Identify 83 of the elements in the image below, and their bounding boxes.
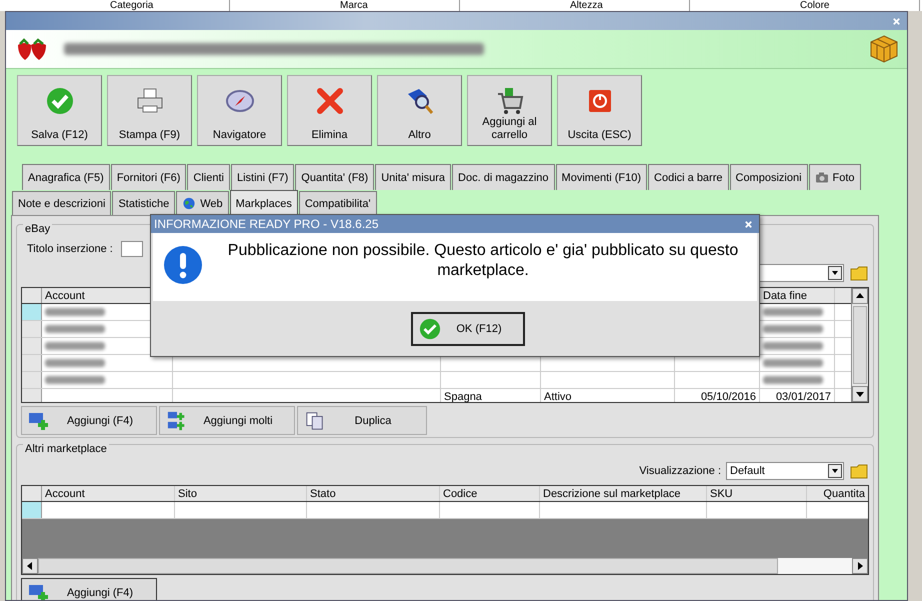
camera-icon [814,171,829,184]
blurred-text [45,325,105,333]
tab[interactable]: Anagrafica (F5) [22,164,110,190]
column-header: Account [45,488,85,500]
tab[interactable]: Markplaces [230,190,298,216]
tab[interactable]: Doc. di magazzino [452,164,555,190]
column-header: Stato [310,488,336,500]
ok-button[interactable]: OK (F12) [411,312,525,346]
tab[interactable]: Composizioni [730,164,808,190]
tab[interactable]: Foto [808,164,861,190]
blurred-text [763,325,823,333]
globe-icon [182,197,196,210]
group-title: Altri marketplace [23,443,109,455]
check-icon [419,318,441,340]
cross-icon [314,86,344,116]
tab[interactable]: Fornitori (F6) [110,164,186,190]
row-indicator[interactable] [22,338,42,354]
add-icon [28,410,50,430]
toolbar-button[interactable]: Stampa (F9) [107,75,192,146]
dialog-title: INFORMAZIONE READY PRO - V18.6.25 [154,217,379,231]
column-header: Sito [178,488,197,500]
row-indicator[interactable] [22,372,42,388]
tab[interactable]: Web [176,191,229,215]
field-label: Titolo inserzione : [27,243,113,255]
blurred-text [763,342,823,350]
blurred-text [763,359,823,367]
toolbar-button[interactable]: Navigatore [197,75,282,146]
table-cell: Spagna [444,391,482,402]
table-cell: 05/10/2016 [700,391,756,402]
action-button[interactable]: Aggiungi (F4) [21,406,157,435]
field-label: Visualizzazione : [639,465,721,477]
tab[interactable]: Quantita' (F8) [295,164,374,190]
caret-icon [828,266,842,280]
caret-icon [828,464,842,478]
column-header: Descrizione sul marketplace [543,488,681,500]
check-icon [44,86,74,116]
column-header: Data fine [763,290,808,302]
close-icon[interactable] [892,16,901,26]
folder-icon[interactable] [849,462,869,480]
tab[interactable]: Movimenti (F10) [556,164,648,190]
toolbar-button[interactable]: Altro [377,75,462,146]
row-indicator[interactable] [22,304,42,320]
tab[interactable]: Note e descrizioni [12,191,112,215]
listing-title-field[interactable] [120,241,143,257]
column-header: Quantita [823,488,865,500]
scrollbar-thumb[interactable] [853,306,867,384]
action-button[interactable]: Duplica [297,406,427,435]
toolbar-button[interactable]: Salva (F12) [17,75,102,146]
column-header: Codice [443,488,478,500]
tab[interactable]: Codici a barre [648,164,728,190]
blurred-text [45,376,105,384]
blurred-text [45,359,105,367]
group-title: eBay [23,223,52,235]
toolbar-button[interactable]: Aggiungi al carrello [467,75,552,146]
dialog-message: Pubblicazione non possibile. Questo articolo e' gia' pubblicato su questo marketplace. [226,241,740,281]
boxes-icon [869,34,899,64]
column-header: SKU [710,488,733,500]
add-icon [28,582,50,600]
view-dropdown[interactable]: Default [726,462,844,480]
folder-icon[interactable] [849,264,869,282]
action-button[interactable]: Aggiungi (F4) [21,578,157,600]
row-indicator[interactable] [22,355,42,371]
tab[interactable]: Listini (F7) [230,164,294,190]
blurred-text [763,308,823,316]
row-indicator[interactable] [22,389,42,402]
toolbar-button[interactable]: Elimina [287,75,372,146]
column-header: Account [45,290,85,302]
tab[interactable]: Statistiche [112,191,176,215]
tab[interactable]: Unita' misura [375,164,452,190]
blurred-text [45,308,105,316]
table-cell: 03/01/2017 [776,391,831,402]
row-indicator[interactable] [22,502,42,518]
table-cell: Attivo [544,391,572,402]
close-icon[interactable] [744,220,753,228]
action-button[interactable]: Aggiungi molti [159,406,295,435]
blurred-text [45,342,105,350]
blurred-text [763,376,823,384]
tab[interactable]: Compatibilita' [298,191,377,215]
toolbar-button[interactable]: Uscita (ESC) [557,75,642,146]
vertical-scrollbar[interactable] [851,288,868,402]
tab[interactable]: Clienti [187,164,230,190]
row-indicator[interactable] [22,321,42,337]
exclamation-icon [163,245,203,285]
